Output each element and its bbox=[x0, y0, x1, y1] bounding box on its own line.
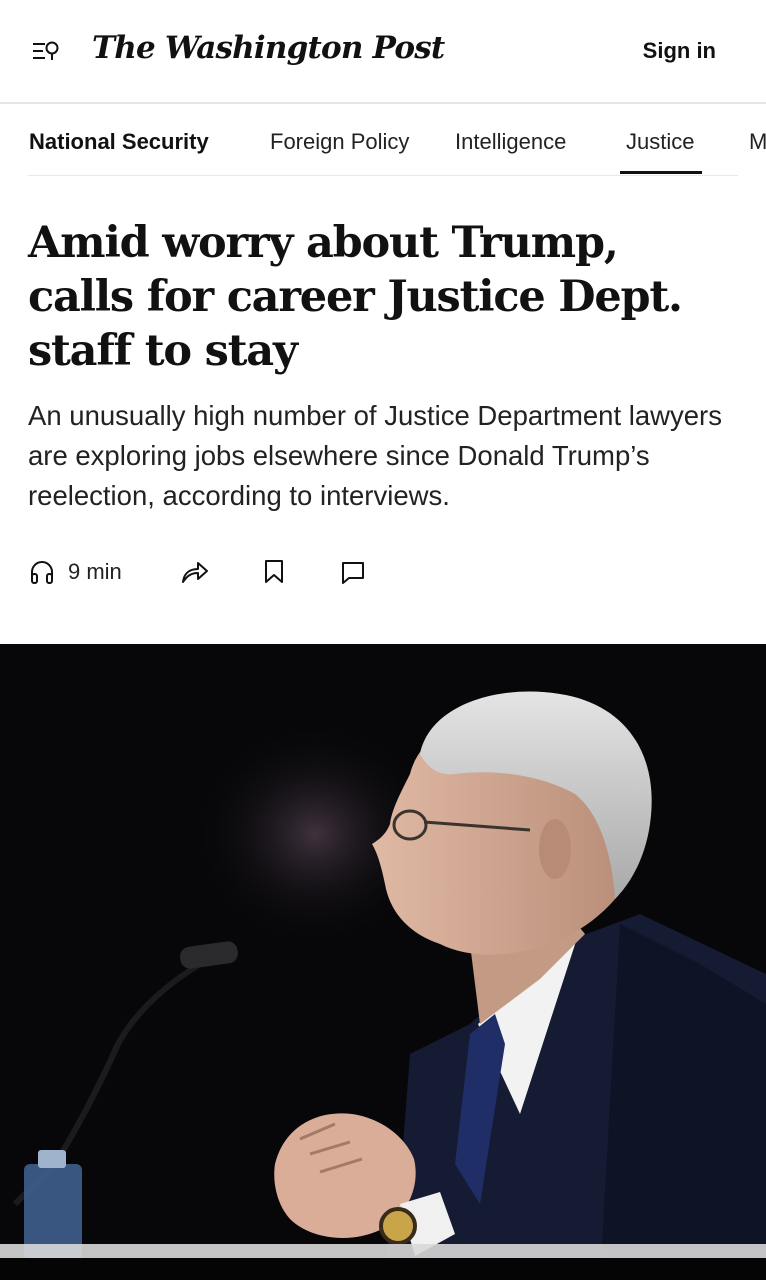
share-button[interactable] bbox=[180, 558, 210, 586]
site-header: The Washington Post Sign in bbox=[0, 0, 766, 104]
article-actions: 9 min bbox=[28, 552, 428, 592]
menu-search-icon[interactable] bbox=[30, 38, 62, 66]
site-logo[interactable]: The Washington Post bbox=[92, 30, 445, 66]
listen-time: 9 min bbox=[68, 559, 122, 584]
sign-in-button[interactable]: Sign in bbox=[643, 38, 716, 64]
bookmark-icon bbox=[262, 558, 286, 586]
section-nav: National Security Foreign Policy Intelli… bbox=[0, 105, 766, 177]
nav-divider bbox=[28, 175, 738, 176]
share-icon bbox=[180, 558, 210, 586]
comment-button[interactable] bbox=[340, 558, 366, 586]
nav-item-more[interactable]: M bbox=[749, 129, 766, 155]
article-headline: Amid worry about Trump, calls for career… bbox=[28, 218, 683, 376]
section-title[interactable]: National Security bbox=[29, 129, 209, 155]
bookmark-button[interactable] bbox=[262, 558, 286, 586]
listen-button[interactable]: 9 min bbox=[28, 558, 122, 586]
nav-item-foreign-policy[interactable]: Foreign Policy bbox=[270, 129, 409, 155]
comment-icon bbox=[340, 558, 366, 586]
nav-item-intelligence[interactable]: Intelligence bbox=[455, 129, 566, 155]
article-dek: An unusually high number of Justice Depa… bbox=[28, 400, 722, 511]
nav-item-justice[interactable]: Justice bbox=[619, 129, 704, 174]
article-lead-photo bbox=[0, 644, 766, 1280]
headphones-icon bbox=[28, 558, 56, 586]
